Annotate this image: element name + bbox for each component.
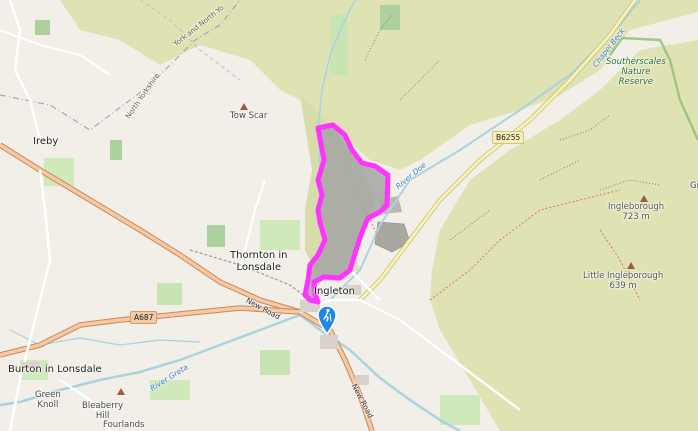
place-label-burton-in-lonsdale: Burton in Lonsdale xyxy=(8,364,102,375)
peak-triangle xyxy=(117,388,125,395)
place-label-ireby: Ireby xyxy=(33,136,59,147)
field xyxy=(330,15,348,75)
peak-label-little-ingleborough: Little Ingleborough 639 m xyxy=(583,271,664,291)
field xyxy=(207,225,225,247)
hiking-marker-icon[interactable] xyxy=(316,305,338,335)
field xyxy=(260,350,290,375)
a687-road xyxy=(0,142,301,315)
peak-triangle xyxy=(240,103,248,110)
place-label-ingleton: Ingleton xyxy=(314,286,355,297)
peak-label-ingleborough: Ingleborough 723 m xyxy=(608,202,665,222)
field xyxy=(380,5,400,30)
place-label-bleaberry-hill: Bleaberry Hill xyxy=(82,401,124,421)
field xyxy=(110,140,122,160)
place-label-thornton-in-lonsdale: Thornton in Lonsdale xyxy=(230,250,288,273)
nature-reserve-label: Southerscales Nature Reserve xyxy=(606,57,666,87)
field xyxy=(260,220,300,250)
road-shield-a687: A687 xyxy=(130,311,158,324)
place-label-gr: Gr xyxy=(690,181,698,191)
place-label-tow-scar: Tow Scar xyxy=(230,111,268,121)
hiking-marker-pin xyxy=(317,305,337,335)
field xyxy=(440,395,480,425)
map-view[interactable]: Ireby Tow Scar Thornton in Lonsdale Ingl… xyxy=(0,0,698,431)
building-cluster xyxy=(320,335,338,349)
field xyxy=(157,283,182,305)
place-label-green-knoll: Green Knoll xyxy=(35,390,61,410)
place-label-fourlands: Fourlands xyxy=(103,420,145,430)
field xyxy=(35,20,50,35)
road-shield-b6255: B6255 xyxy=(492,131,525,144)
